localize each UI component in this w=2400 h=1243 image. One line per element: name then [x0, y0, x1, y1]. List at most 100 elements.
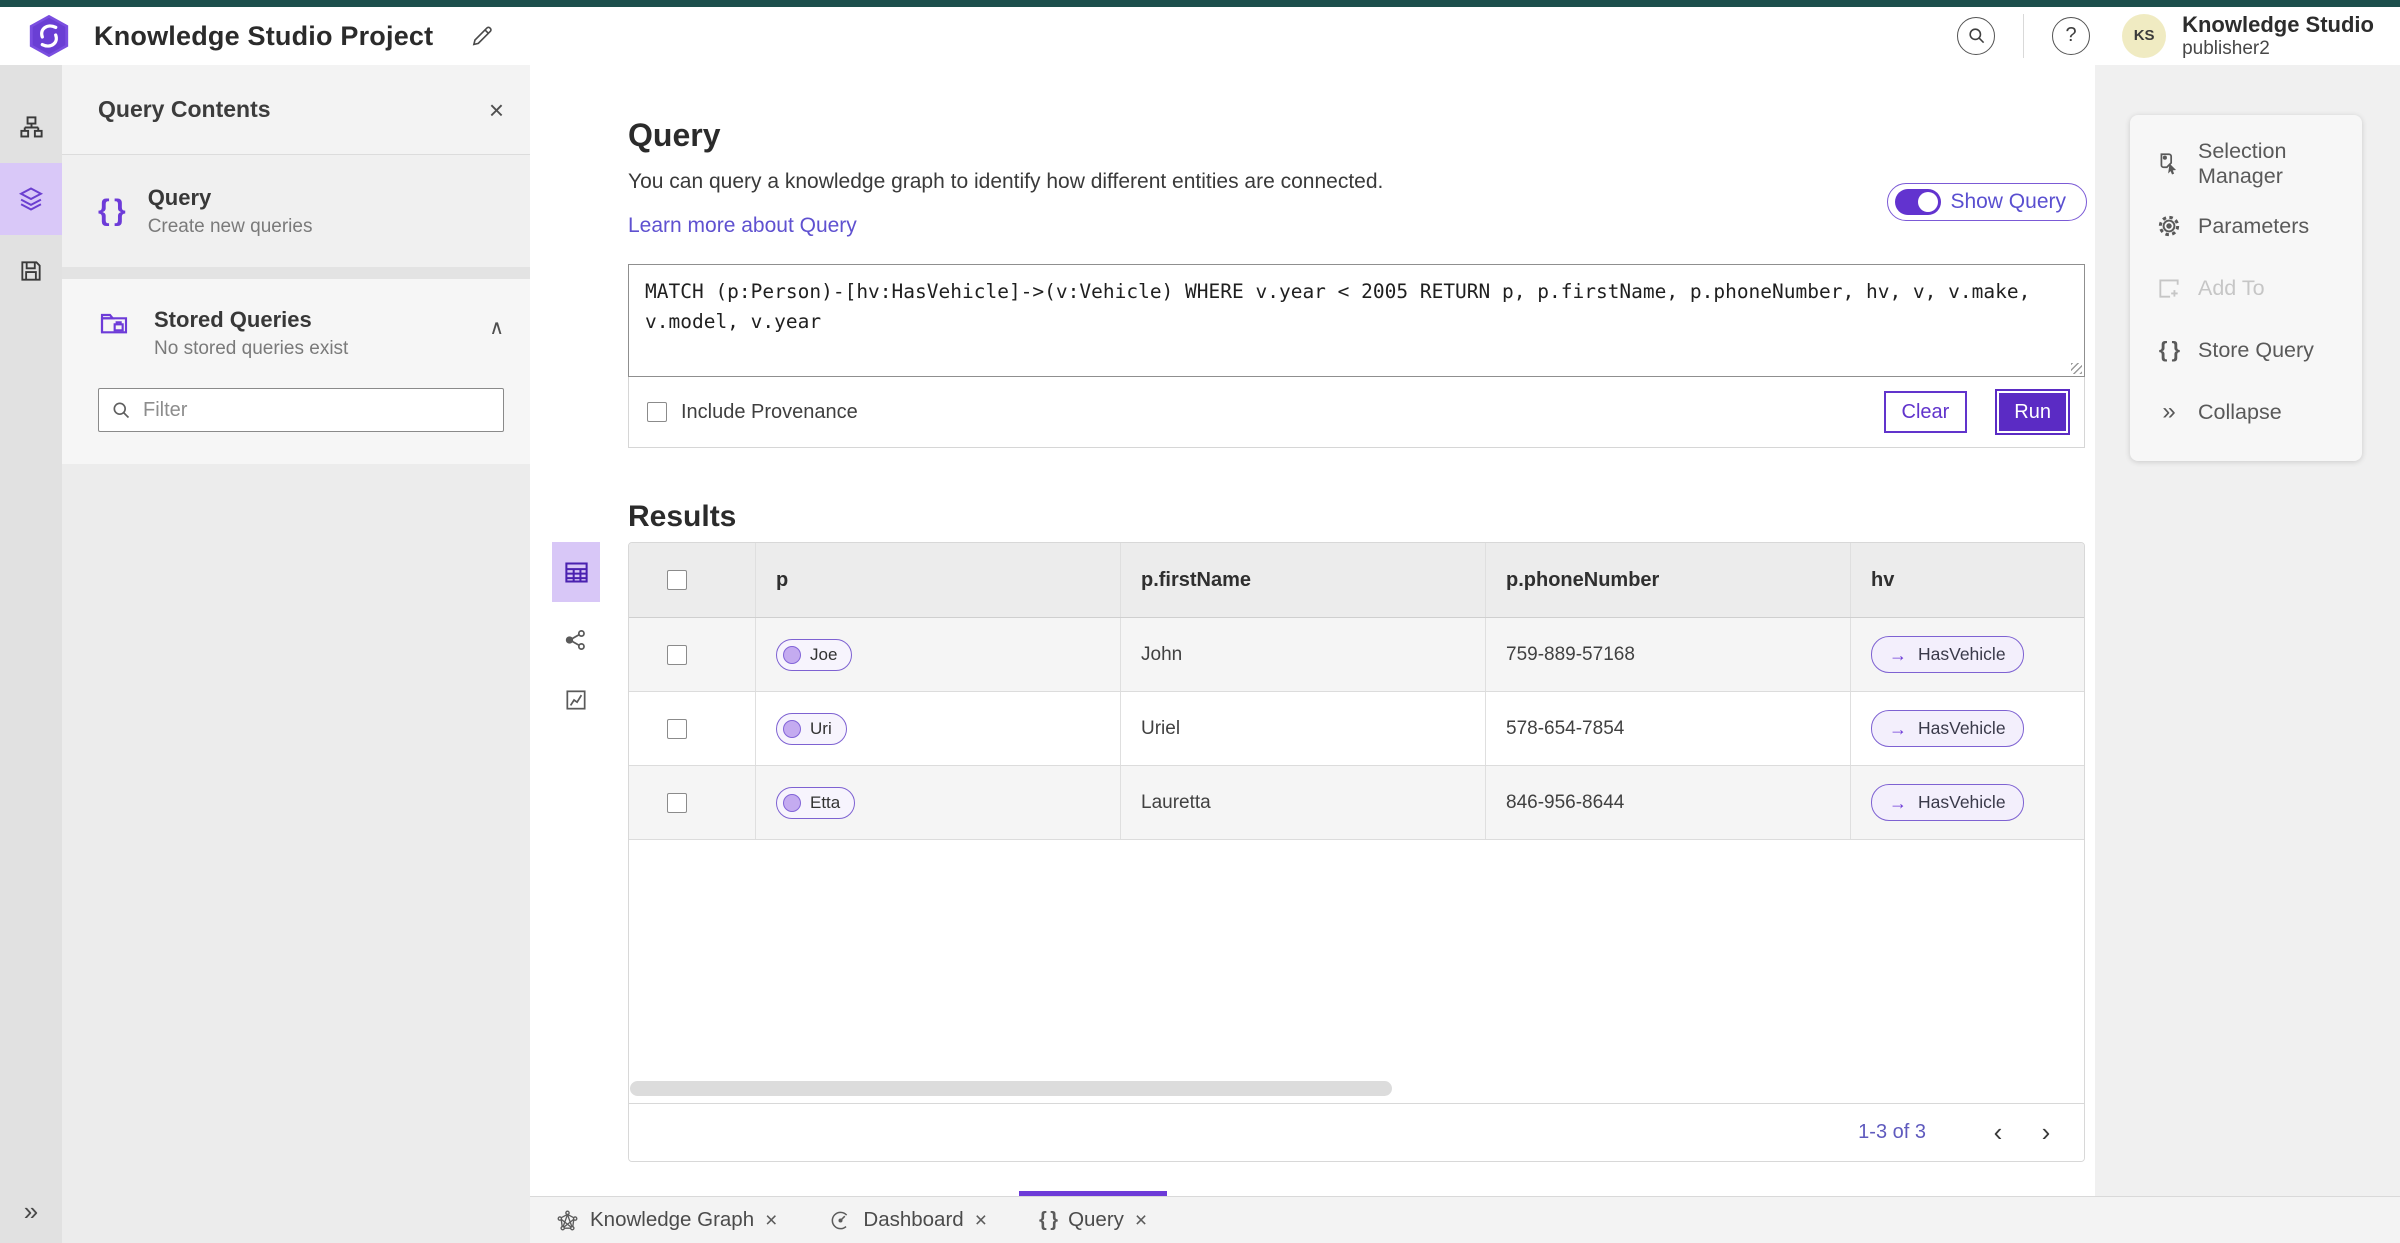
- column-header-hv[interactable]: hv: [1851, 543, 2084, 617]
- stored-queries-section: Stored Queries No stored queries exist ∧: [62, 279, 530, 464]
- relation-pill[interactable]: → HasVehicle: [1871, 784, 2024, 821]
- collapse-icon: »: [2162, 398, 2176, 425]
- tab-dashboard[interactable]: Dashboard ×: [803, 1197, 1013, 1243]
- run-button[interactable]: Run: [1995, 389, 2070, 435]
- collapse-button[interactable]: » Collapse: [2156, 381, 2362, 443]
- next-page-button[interactable]: ›: [2022, 1113, 2070, 1153]
- relation-label: HasVehicle: [1918, 718, 2006, 738]
- user-name: Knowledge Studio: [2182, 12, 2374, 38]
- tab-close-icon[interactable]: ×: [1135, 1210, 1147, 1231]
- horizontal-scrollbar[interactable]: [630, 1081, 1392, 1096]
- row-checkbox[interactable]: [667, 792, 687, 813]
- add-to-icon: [2159, 279, 2179, 298]
- tab-label: Dashboard: [863, 1208, 964, 1231]
- icon-rail: »: [0, 65, 62, 1243]
- braces-icon: { }: [2158, 337, 2180, 362]
- panel-header: Query Contents ×: [62, 65, 530, 155]
- parameters-gear-icon: [2158, 215, 2180, 237]
- column-header-firstname[interactable]: p.firstName: [1121, 543, 1486, 617]
- edit-pencil-icon[interactable]: [469, 23, 495, 49]
- tab-knowledge-graph[interactable]: Knowledge Graph ×: [530, 1197, 803, 1243]
- panel-item-query[interactable]: { } Query Create new queries: [62, 155, 530, 267]
- learn-more-link[interactable]: Learn more about Query: [628, 214, 857, 238]
- save-icon: [21, 261, 41, 281]
- tool-label: Parameters: [2198, 213, 2310, 238]
- tab-label: Query: [1068, 1208, 1124, 1231]
- stored-queries-label: Stored Queries: [154, 307, 312, 332]
- relation-label: HasVehicle: [1918, 792, 2006, 812]
- avatar[interactable]: KS: [2122, 13, 2167, 58]
- cell-firstname: Uriel: [1121, 692, 1486, 765]
- row-checkbox[interactable]: [667, 718, 687, 739]
- tool-label: Selection Manager: [2198, 139, 2287, 188]
- query-item-label: Query: [147, 184, 212, 210]
- relation-pill[interactable]: → HasVehicle: [1871, 636, 2024, 673]
- query-item-sublabel: Create new queries: [147, 215, 313, 237]
- user-block: Knowledge Studio publisher2: [2182, 12, 2374, 59]
- clear-button[interactable]: Clear: [1883, 391, 1968, 433]
- cell-phonenumber: 578-654-7854: [1486, 692, 1851, 765]
- node-icon: [783, 719, 801, 738]
- table-view-button[interactable]: [552, 542, 600, 602]
- header-divider: [2023, 13, 2025, 58]
- arrow-right-icon: →: [1889, 644, 1907, 665]
- chevron-up-icon[interactable]: ∧: [489, 307, 504, 340]
- select-all-checkbox[interactable]: [667, 570, 687, 590]
- window-top-strip: [0, 0, 2400, 7]
- column-header-phonenumber[interactable]: p.phoneNumber: [1486, 543, 1851, 617]
- page-title: Query: [628, 117, 721, 153]
- query-textarea[interactable]: MATCH (p:Person)-[hv:HasVehicle]->(v:Veh…: [628, 264, 2085, 377]
- layers-icon: [18, 187, 44, 211]
- store-query-button[interactable]: { } Store Query: [2156, 319, 2362, 381]
- search-icon: [1968, 28, 1984, 44]
- parameters-button[interactable]: Parameters: [2156, 195, 2362, 257]
- add-to-button: Add To: [2156, 257, 2362, 319]
- entity-pill[interactable]: Etta: [776, 786, 856, 819]
- stored-queries-sublabel: No stored queries exist: [154, 338, 349, 359]
- show-query-label: Show Query: [1950, 190, 2066, 213]
- rail-item-queries[interactable]: [0, 163, 62, 235]
- search-button[interactable]: [1957, 16, 1996, 55]
- help-button[interactable]: ?: [2052, 16, 2091, 55]
- rail-item-hierarchy[interactable]: [0, 91, 62, 163]
- dashboard-gauge-icon: [831, 1211, 850, 1229]
- table-row[interactable]: Etta Lauretta 846-956-8644 → HasVehicle: [629, 766, 2084, 840]
- project-title: Knowledge Studio Project: [94, 20, 434, 51]
- table-row[interactable]: Joe John 759-889-57168 → HasVehicle: [629, 618, 2084, 692]
- filter-input[interactable]: [143, 398, 491, 422]
- column-header-p[interactable]: p: [756, 543, 1121, 617]
- rail-item-save[interactable]: [0, 235, 62, 307]
- table-view-icon: [564, 561, 588, 583]
- graph-view-button[interactable]: [552, 618, 600, 662]
- table-row[interactable]: Uri Uriel 578-654-7854 → HasVehicle: [629, 692, 2084, 766]
- entity-pill[interactable]: Joe: [776, 638, 853, 671]
- cell-firstname: John: [1121, 618, 1486, 691]
- table-header-row: p p.firstName p.phoneNumber hv: [629, 543, 2084, 618]
- show-query-toggle[interactable]: Show Query: [1887, 183, 2087, 221]
- relation-label: HasVehicle: [1918, 644, 2006, 664]
- include-provenance-checkbox[interactable]: [647, 402, 667, 422]
- toggle-switch[interactable]: [1895, 189, 1942, 215]
- entity-pill[interactable]: Uri: [776, 712, 847, 745]
- tab-close-icon[interactable]: ×: [975, 1210, 987, 1231]
- close-icon[interactable]: ×: [489, 97, 504, 123]
- tab-query[interactable]: { } Query ×: [1013, 1191, 1173, 1243]
- results-table: p p.firstName p.phoneNumber hv Joe John …: [628, 542, 2085, 1162]
- filter-field[interactable]: [98, 388, 504, 432]
- knowledge-graph-icon: [557, 1210, 578, 1230]
- folder-icon: [100, 313, 128, 334]
- app-logo-icon[interactable]: [26, 13, 72, 59]
- selection-manager-button[interactable]: Selection Manager: [2156, 133, 2362, 195]
- page-description: You can query a knowledge graph to ident…: [628, 170, 1384, 193]
- entity-label: Joe: [810, 644, 838, 664]
- row-checkbox[interactable]: [667, 644, 687, 665]
- expand-panel-icon[interactable]: »: [24, 1196, 38, 1227]
- table-pagination: 1-3 of 3 ‹ ›: [629, 1103, 2084, 1161]
- previous-page-button[interactable]: ‹: [1974, 1113, 2022, 1153]
- chart-view-icon: [566, 690, 586, 710]
- query-editor-card: MATCH (p:Person)-[hv:HasVehicle]->(v:Veh…: [628, 264, 2085, 448]
- relation-pill[interactable]: → HasVehicle: [1871, 710, 2024, 747]
- chart-view-button[interactable]: [552, 678, 600, 722]
- selection-manager-icon: [2160, 153, 2177, 175]
- tab-close-icon[interactable]: ×: [765, 1210, 777, 1231]
